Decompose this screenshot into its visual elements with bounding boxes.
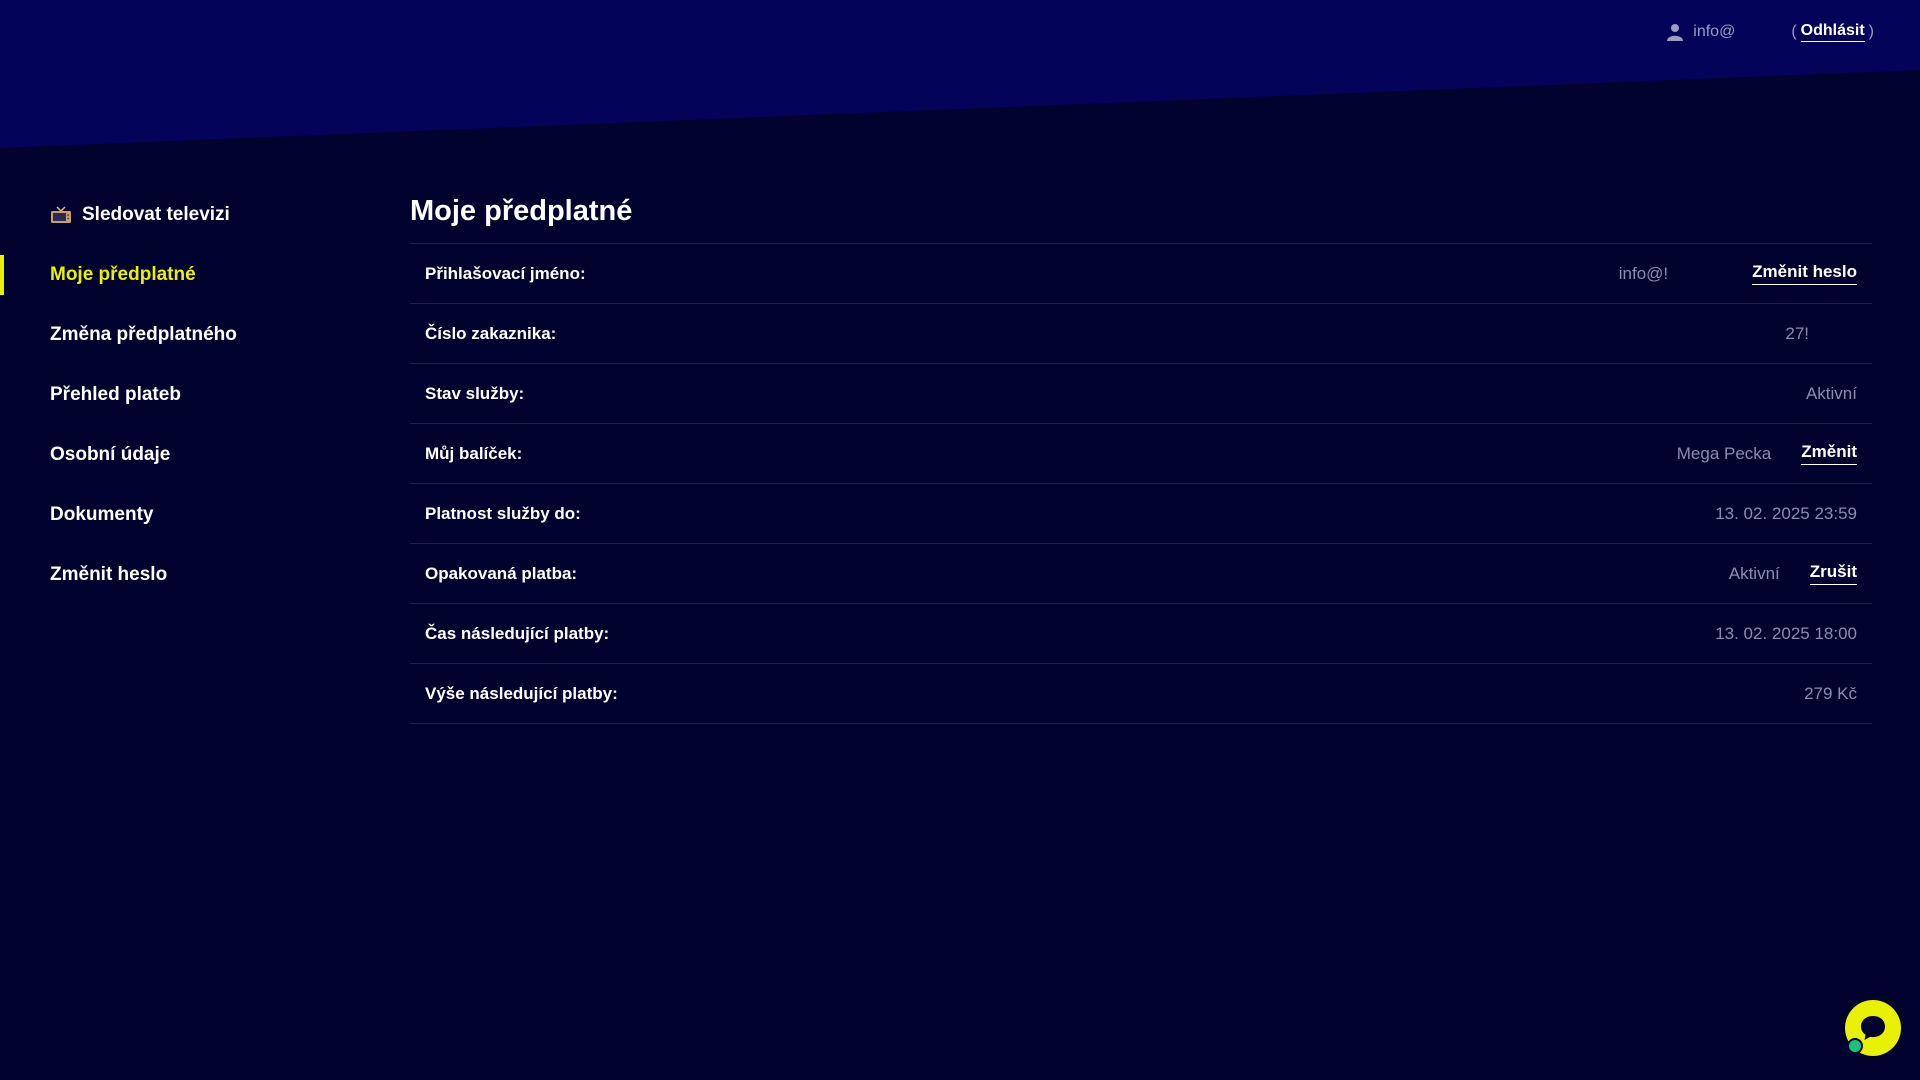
table-row: Stav služby: Aktivní bbox=[410, 364, 1872, 424]
row-label: Platnost služby do: bbox=[425, 503, 581, 523]
sidebar-item-my-subscription[interactable]: Moje předplatné bbox=[0, 245, 360, 305]
chat-button[interactable] bbox=[1845, 1000, 1901, 1056]
table-row: Přihlašovací jméno: info@! Změnit heslo bbox=[410, 244, 1872, 304]
sidebar-item-payments[interactable]: Přehled plateb bbox=[0, 365, 360, 425]
row-value: Aktivní bbox=[1728, 563, 1780, 583]
tv-icon bbox=[51, 206, 71, 223]
paren-open: ( bbox=[1791, 23, 1797, 40]
chat-bubble-icon bbox=[1861, 1016, 1885, 1040]
sidebar-item-label: Osobní údaje bbox=[50, 444, 171, 465]
row-value: 13. 02. 2025 18:00 bbox=[1715, 623, 1857, 643]
sidebar-item-watch-tv[interactable]: Sledovat televizi bbox=[0, 185, 360, 245]
table-row: Číslo zakaznika: 27! bbox=[410, 304, 1872, 364]
sidebar-item-label: Sledovat televizi bbox=[82, 204, 230, 225]
header-band bbox=[0, 0, 1920, 148]
row-value: Aktivní bbox=[1805, 383, 1857, 403]
table-row: Opakovaná platba: Aktivní Zrušit bbox=[410, 544, 1872, 604]
row-value: 27! bbox=[1785, 323, 1809, 343]
row-label: Přihlašovací jméno: bbox=[425, 263, 586, 283]
sidebar: Sledovat televizi Moje předplatné Změna … bbox=[0, 185, 360, 605]
table-row: Čas následující platby: 13. 02. 2025 18:… bbox=[410, 604, 1872, 664]
change-package-button[interactable]: Změnit bbox=[1801, 442, 1857, 465]
cancel-recurring-button[interactable]: Zrušit bbox=[1809, 562, 1857, 585]
row-label: Opakovaná platba: bbox=[425, 563, 578, 583]
online-status-dot bbox=[1847, 1038, 1863, 1054]
logout-link[interactable]: Odhlásit bbox=[1800, 22, 1865, 42]
row-label: Můj balíček: bbox=[425, 443, 523, 463]
sidebar-item-label: Přehled plateb bbox=[50, 384, 181, 405]
table-row: Platnost služby do: 13. 02. 2025 23:59 bbox=[410, 484, 1872, 544]
subscription-table: Přihlašovací jméno: info@! Změnit heslo … bbox=[410, 243, 1872, 724]
user-name: info@ bbox=[1693, 23, 1736, 40]
sidebar-item-change-subscription[interactable]: Změna předplatného bbox=[0, 305, 360, 365]
paren-close: ) bbox=[1868, 23, 1874, 40]
row-value: 279 Kč bbox=[1804, 683, 1857, 703]
page: info@ ( Odhlásit ) Sledovat televizi Moj… bbox=[0, 0, 1920, 1080]
topbar: info@ ( Odhlásit ) bbox=[1667, 22, 1874, 42]
sidebar-item-personal-data[interactable]: Osobní údaje bbox=[0, 425, 360, 485]
sidebar-item-label: Změna předplatného bbox=[50, 324, 237, 345]
page-title: Moje předplatné bbox=[410, 195, 633, 227]
user-icon bbox=[1667, 24, 1684, 41]
sidebar-item-documents[interactable]: Dokumenty bbox=[0, 485, 360, 545]
row-label: Výše následující platby: bbox=[425, 683, 618, 703]
change-password-button[interactable]: Změnit heslo bbox=[1752, 262, 1857, 285]
row-label: Číslo zakaznika: bbox=[425, 323, 557, 343]
table-row: Výše následující platby: 279 Kč bbox=[410, 664, 1872, 724]
sidebar-item-label: Změnit heslo bbox=[50, 564, 168, 585]
row-value: 13. 02. 2025 23:59 bbox=[1715, 503, 1857, 523]
sidebar-item-label: Dokumenty bbox=[50, 504, 154, 525]
table-row: Můj balíček: Mega Pecka Změnit bbox=[410, 424, 1872, 484]
row-value: Mega Pecka bbox=[1676, 443, 1772, 463]
sidebar-item-change-password[interactable]: Změnit heslo bbox=[0, 545, 360, 605]
row-label: Stav služby: bbox=[425, 383, 525, 403]
sidebar-item-label: Moje předplatné bbox=[50, 264, 196, 285]
row-value: info@! bbox=[1618, 263, 1669, 283]
row-label: Čas následující platby: bbox=[425, 623, 610, 643]
main-content: Moje předplatné Přihlašovací jméno: info… bbox=[410, 185, 1872, 724]
